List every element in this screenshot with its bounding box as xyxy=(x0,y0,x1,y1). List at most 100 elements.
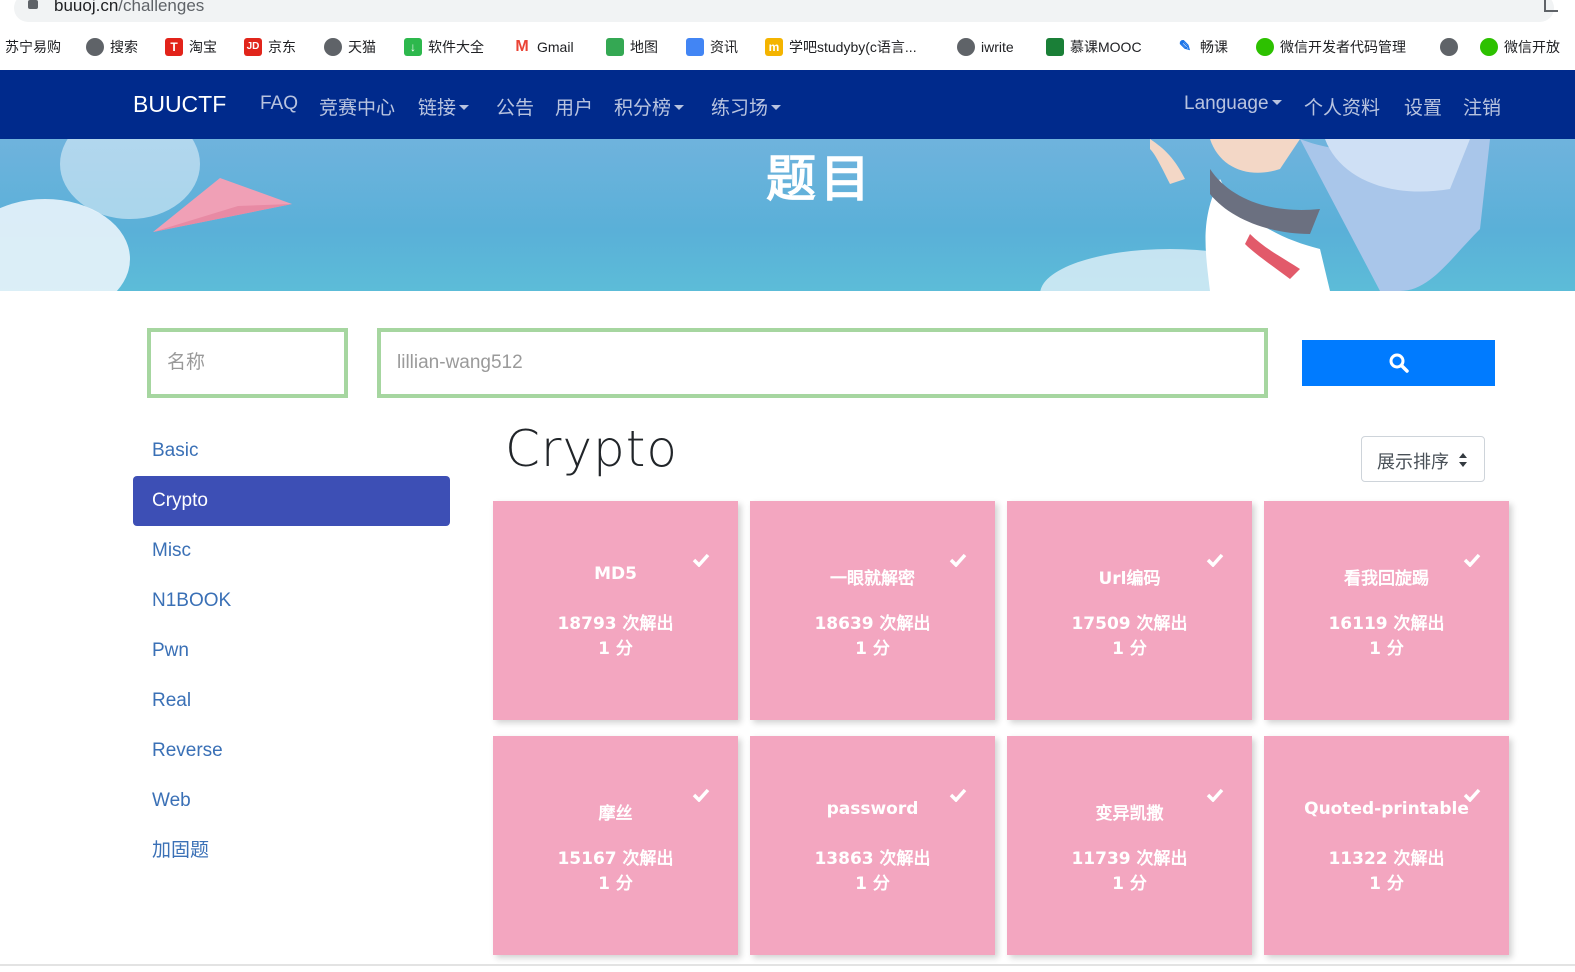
challenge-card[interactable]: 看我回旋踢 16119 次解出 1 分 xyxy=(1264,501,1509,720)
challenge-name: MD5 xyxy=(594,564,637,584)
nav-language[interactable]: Language xyxy=(1184,93,1282,115)
changke-icon: ✎ xyxy=(1176,38,1194,56)
bookmark-label: 苏宁易购 xyxy=(5,39,61,55)
challenge-card[interactable]: Url编码 17509 次解出 1 分 xyxy=(1007,501,1252,720)
sort-select[interactable]: 展示排序 xyxy=(1361,436,1485,482)
bookmark-wechat-dev[interactable]: 微信开发者代码管理 xyxy=(1256,37,1406,57)
globe-icon xyxy=(86,38,104,56)
challenge-score: 1 分 xyxy=(1369,639,1404,659)
url-text[interactable]: buuoj.cn/challenges xyxy=(54,0,204,16)
challenge-card[interactable]: 一眼就解密 18639 次解出 1 分 xyxy=(750,501,995,720)
nav-notices[interactable]: 公告 xyxy=(496,93,534,120)
gmail-icon: M xyxy=(513,38,531,56)
globe-icon xyxy=(324,38,342,56)
sidebar-item-misc[interactable]: Misc xyxy=(133,526,450,576)
bookmark-label: 软件大全 xyxy=(428,39,484,55)
bookmark-jd[interactable]: JD 京东 xyxy=(244,37,296,57)
page-banner: 题目 xyxy=(0,139,1575,291)
wechat-icon xyxy=(1256,38,1274,56)
share-icon[interactable] xyxy=(1544,0,1558,12)
nav-competitions[interactable]: 竞赛中心 xyxy=(319,93,395,120)
bookmark-label: 学吧studyby(c语言... xyxy=(789,39,917,55)
bookmark-news[interactable]: 资讯 xyxy=(686,37,738,57)
challenge-card[interactable]: 变异凯撒 11739 次解出 1 分 xyxy=(1007,736,1252,955)
bookmarks-bar: 苏宁易购 搜索 T 淘宝 JD 京东 天猫 ↓ 软件大全 M Gmail 地图 资讯 m… xyxy=(0,24,1575,70)
nav-scoreboard[interactable]: 积分榜 xyxy=(614,93,685,120)
bookmark-label: 搜索 xyxy=(110,39,138,55)
sidebar-item-real[interactable]: Real xyxy=(133,676,450,726)
challenge-card[interactable]: Quoted-printable 11322 次解出 1 分 xyxy=(1264,736,1509,955)
address-box[interactable] xyxy=(14,0,1554,22)
nav-profile[interactable]: 个人资料 xyxy=(1304,93,1380,120)
sidebar-item-crypto[interactable]: Crypto xyxy=(133,476,450,526)
bookmark-changke[interactable]: ✎ 畅课 xyxy=(1176,37,1228,57)
nav-faq[interactable]: FAQ xyxy=(260,93,298,115)
search-button[interactable] xyxy=(1302,340,1495,386)
challenge-solves: 13863 次解出 xyxy=(814,849,931,869)
user-search-input[interactable]: lillian-wang512 xyxy=(377,328,1268,398)
challenge-solves: 11739 次解出 xyxy=(1071,849,1188,869)
challenge-score: 1 分 xyxy=(855,874,890,894)
nav-practice[interactable]: 练习场 xyxy=(711,93,782,120)
bookmark-label: 慕课MOOC xyxy=(1070,39,1142,55)
bookmark-iwrite[interactable]: iwrite xyxy=(957,37,1014,57)
challenge-name: 摩丝 xyxy=(598,804,633,824)
nav-users[interactable]: 用户 xyxy=(555,93,593,120)
lock-icon[interactable] xyxy=(28,0,38,9)
challenge-name: Url编码 xyxy=(1098,569,1161,589)
bookmark-label: 京东 xyxy=(268,39,296,55)
bookmark-search[interactable]: 搜索 xyxy=(86,37,138,57)
challenge-score: 1 分 xyxy=(1369,874,1404,894)
caret-down-icon xyxy=(459,104,470,110)
bookmark-globe[interactable] xyxy=(1440,37,1458,57)
sidebar-item-hardening[interactable]: 加固题 xyxy=(133,826,450,876)
bookmark-label: 微信开发者代码管理 xyxy=(1280,39,1406,55)
maps-icon xyxy=(606,38,624,56)
challenge-card[interactable]: MD5 18793 次解出 1 分 xyxy=(493,501,738,720)
bookmark-maps[interactable]: 地图 xyxy=(606,37,658,57)
challenge-score: 1 分 xyxy=(1112,874,1147,894)
challenge-name: 一眼就解密 xyxy=(830,569,915,589)
bookmark-mooc[interactable]: 慕课MOOC xyxy=(1046,37,1142,57)
sidebar-item-basic[interactable]: Basic xyxy=(133,426,450,476)
sidebar-item-web[interactable]: Web xyxy=(133,776,450,826)
challenge-score: 1 分 xyxy=(855,639,890,659)
sort-arrows-icon xyxy=(1459,453,1467,467)
bookmark-tmall[interactable]: 天猫 xyxy=(324,37,376,57)
challenge-card[interactable]: 摩丝 15167 次解出 1 分 xyxy=(493,736,738,955)
sidebar-item-reverse[interactable]: Reverse xyxy=(133,726,450,776)
bookmark-label: 资讯 xyxy=(710,39,738,55)
challenge-name: 看我回旋踢 xyxy=(1344,569,1429,589)
bookmark-label: 微信开放 xyxy=(1504,39,1560,55)
page-bottom-divider xyxy=(0,964,1575,966)
bookmark-studyby[interactable]: m 学吧studyby(c语言... xyxy=(765,37,917,57)
sort-label: 展示排序 xyxy=(1377,452,1449,473)
nav-settings[interactable]: 设置 xyxy=(1404,93,1442,120)
search-icon xyxy=(1389,353,1409,373)
challenge-name: 变异凯撒 xyxy=(1095,804,1164,824)
challenge-solves: 15167 次解出 xyxy=(557,849,674,869)
bookmark-software[interactable]: ↓ 软件大全 xyxy=(404,37,484,57)
challenge-card[interactable]: password 13863 次解出 1 分 xyxy=(750,736,995,955)
brand-link[interactable]: BUUCTF xyxy=(133,91,226,118)
bookmark-gmail[interactable]: M Gmail xyxy=(513,37,574,57)
bookmark-taobao[interactable]: T 淘宝 xyxy=(165,37,217,57)
caret-down-icon xyxy=(674,104,685,110)
name-search-input[interactable]: 名称 xyxy=(147,328,348,398)
bookmark-label: Gmail xyxy=(537,39,574,55)
anime-girl-illustration xyxy=(1150,139,1490,291)
sidebar-item-pwn[interactable]: Pwn xyxy=(133,626,450,676)
bookmark-suning[interactable]: 苏宁易购 xyxy=(5,37,61,57)
nav-logout[interactable]: 注销 xyxy=(1463,93,1501,120)
bookmark-label: 地图 xyxy=(630,39,658,55)
nav-links[interactable]: 链接 xyxy=(418,93,470,120)
download-icon: ↓ xyxy=(404,38,422,56)
caret-down-icon xyxy=(1271,99,1282,105)
sidebar-item-n1book[interactable]: N1BOOK xyxy=(133,576,450,626)
navbar: BUUCTF FAQ 竞赛中心 链接 公告 用户 积分榜 练习场 Languag… xyxy=(0,70,1575,139)
bookmark-label: 畅课 xyxy=(1200,39,1228,55)
bookmark-wechat-open[interactable]: 微信开放 xyxy=(1480,37,1560,57)
globe-icon xyxy=(957,38,975,56)
challenge-score: 1 分 xyxy=(598,639,633,659)
address-bar[interactable]: buuoj.cn/challenges xyxy=(0,0,1575,24)
